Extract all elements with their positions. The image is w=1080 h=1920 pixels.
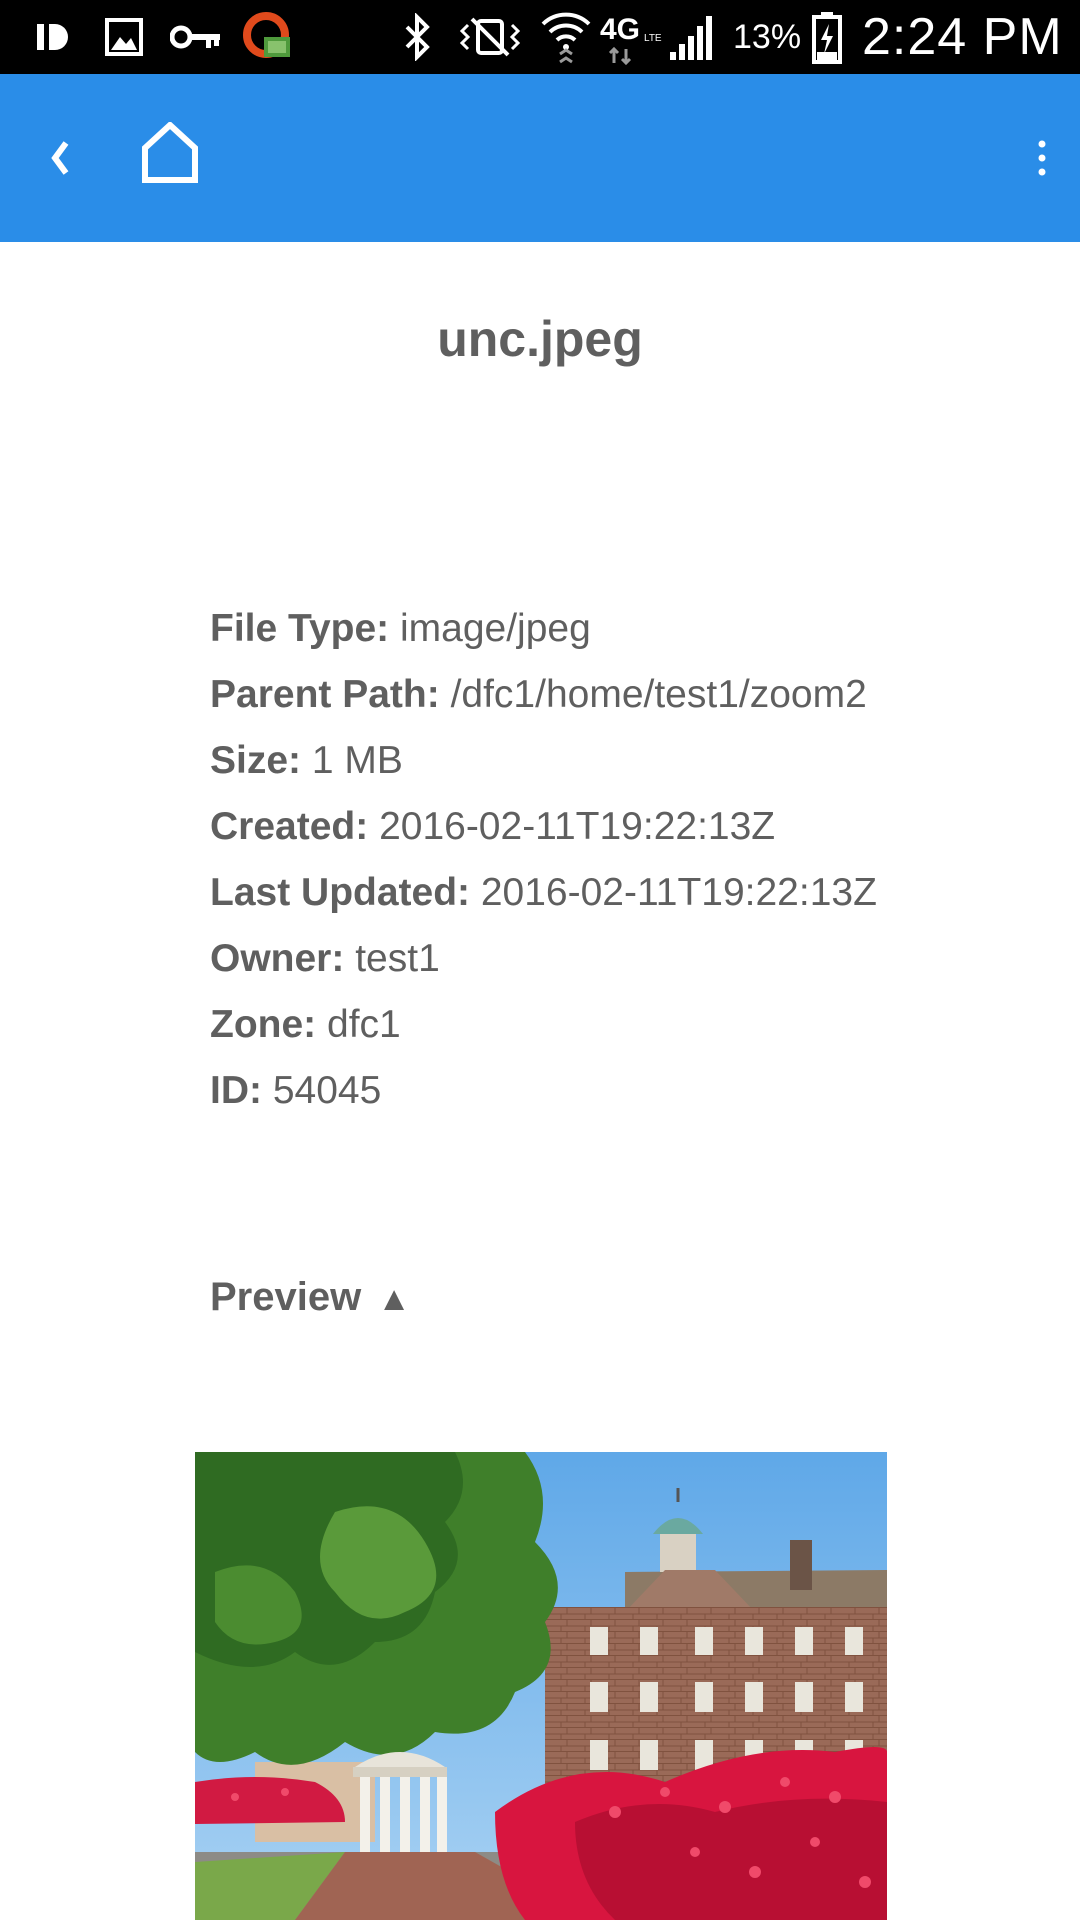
detail-value: 54045 xyxy=(272,1069,382,1112)
preview-image xyxy=(195,1452,887,1920)
detail-label: Zone: xyxy=(210,1003,317,1046)
detail-value: dfc1 xyxy=(327,1003,401,1046)
svg-text:LTE: LTE xyxy=(644,33,662,44)
svg-text:4G: 4G xyxy=(600,13,640,46)
wifi-icon xyxy=(540,0,592,74)
file-title: unc.jpeg xyxy=(437,311,643,367)
home-icon xyxy=(142,122,198,183)
detail-size: Size: 1 MB xyxy=(210,728,1050,794)
detail-owner: Owner: test1 xyxy=(210,926,1050,992)
overflow-menu-button[interactable] xyxy=(1020,118,1064,198)
file-details: File Type: image/jpeg Parent Path: /dfc1… xyxy=(210,596,1050,1124)
detail-last-updated: Last Updated: 2016-02-11T19:22:13Z xyxy=(210,860,1050,926)
gallery-notification-icon xyxy=(104,0,144,74)
4g-lte-icon: 4G LTE xyxy=(600,0,662,74)
detail-created: Created: 2016-02-11T19:22:13Z xyxy=(210,794,1050,860)
clock-time: 2:24 PM xyxy=(862,8,1063,66)
preview-label: Preview xyxy=(210,1275,362,1319)
back-chevron-icon xyxy=(51,141,69,175)
home-button[interactable] xyxy=(132,112,208,194)
detail-label: Last Updated: xyxy=(210,871,471,914)
detail-zone: Zone: dfc1 xyxy=(210,992,1050,1058)
detail-label: Owner: xyxy=(210,937,345,980)
detail-label: File Type: xyxy=(210,607,390,650)
battery-charging-icon xyxy=(810,0,844,74)
detail-label: Parent Path: xyxy=(210,673,440,716)
battery-percent: 13% xyxy=(733,17,802,56)
key-icon xyxy=(170,0,222,74)
status-bar: 4G LTE 13% 2:24 PM xyxy=(0,0,1080,74)
app-bar xyxy=(0,74,1080,242)
app-notification-icon xyxy=(34,0,74,74)
detail-value: 2016-02-11T19:22:13Z xyxy=(379,805,776,848)
bluetooth-icon xyxy=(400,0,436,74)
vpn-app-icon xyxy=(242,0,294,74)
campus-photo xyxy=(195,1452,887,1920)
signal-icon xyxy=(668,0,718,74)
overflow-menu-icon xyxy=(1038,140,1046,176)
detail-value: test1 xyxy=(355,937,440,980)
collapse-arrow-icon: ▲ xyxy=(377,1280,411,1318)
screen: 4G LTE 13% 2:24 PM unc.jpeg File Type: i… xyxy=(0,0,1080,1920)
detail-label: Size: xyxy=(210,739,302,782)
detail-id: ID: 54045 xyxy=(210,1058,1050,1124)
vibrate-mute-icon xyxy=(454,0,526,74)
detail-value: 1 MB xyxy=(311,739,403,782)
detail-value: image/jpeg xyxy=(399,607,591,650)
detail-label: ID: xyxy=(210,1069,262,1112)
detail-value: /dfc1/home/test1/zoom2 xyxy=(450,673,867,716)
preview-toggle[interactable]: Preview ▲ xyxy=(210,1262,411,1332)
detail-label: Created: xyxy=(210,805,369,848)
detail-parent-path: Parent Path: /dfc1/home/test1/zoom2 xyxy=(210,662,1050,728)
back-button[interactable] xyxy=(30,118,90,198)
detail-file-type: File Type: image/jpeg xyxy=(210,596,1050,662)
detail-value: 2016-02-11T19:22:13Z xyxy=(480,871,877,914)
